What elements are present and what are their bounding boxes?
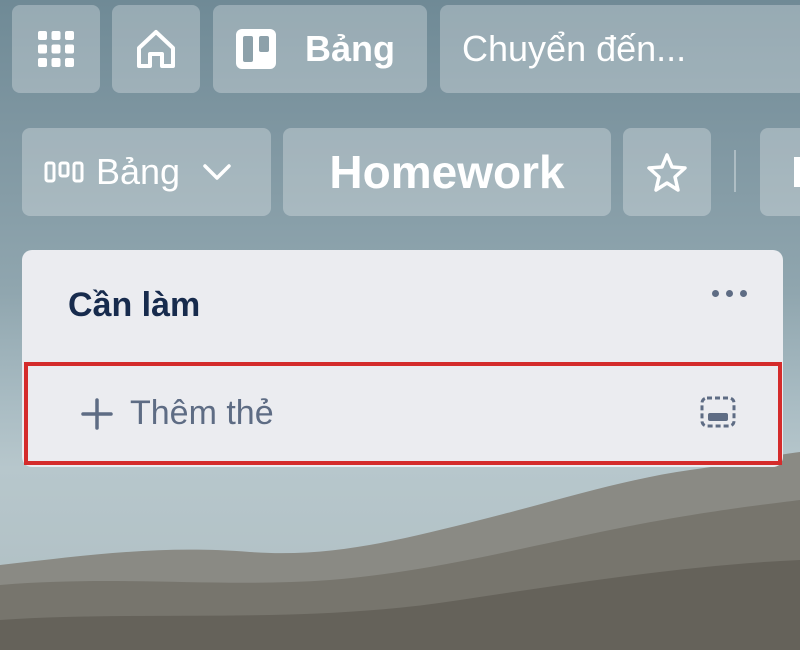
plus-icon	[81, 397, 113, 430]
star-icon	[647, 153, 687, 192]
header-more-button[interactable]	[760, 128, 800, 216]
board-title[interactable]: Homework	[283, 128, 611, 216]
partial-icon	[794, 157, 800, 187]
more-icon[interactable]	[712, 290, 747, 297]
boards-button[interactable]: Bảng	[213, 5, 427, 93]
boards-label: Bảng	[305, 28, 395, 69]
home-icon	[137, 30, 175, 68]
add-card-label: Thêm thẻ	[130, 394, 274, 432]
list-title[interactable]: Cần làm	[68, 286, 200, 325]
search-placeholder: Chuyển đến...	[462, 28, 687, 69]
header-divider	[734, 150, 736, 192]
apps-button[interactable]	[12, 5, 100, 93]
search-input[interactable]: Chuyển đến...	[440, 5, 800, 93]
chevron-down-icon	[203, 164, 231, 180]
apps-grid-icon	[38, 31, 74, 67]
home-button[interactable]	[112, 5, 200, 93]
star-board-button[interactable]	[623, 128, 711, 216]
add-card-button[interactable]: Thêm thẻ	[24, 362, 782, 465]
view-switcher-button[interactable]: Bảng	[22, 128, 271, 216]
card-template-icon[interactable]	[698, 394, 738, 430]
trello-board-icon	[236, 29, 276, 69]
board-columns-icon	[44, 161, 84, 183]
view-label: Bảng	[96, 151, 181, 192]
